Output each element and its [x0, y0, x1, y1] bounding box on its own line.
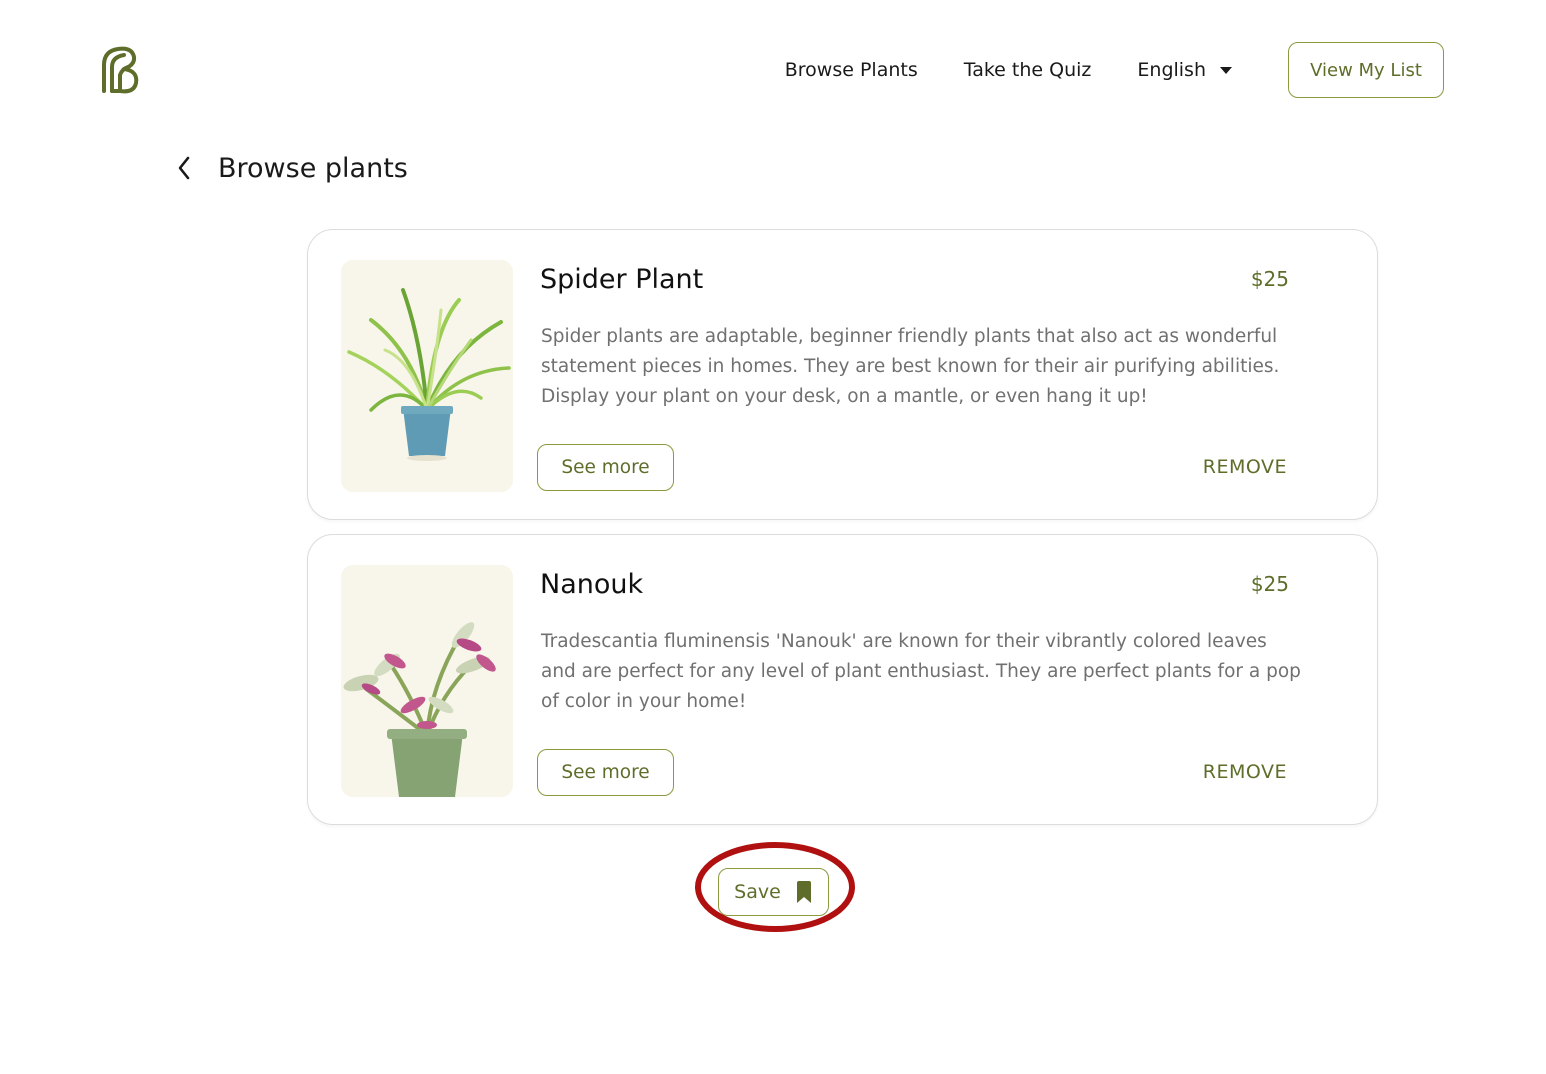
nav-browse-plants[interactable]: Browse Plants — [785, 59, 918, 81]
plant-name: Spider Plant — [540, 264, 704, 295]
view-my-list-button[interactable]: View My List — [1288, 42, 1444, 98]
remove-button[interactable]: REMOVE — [1203, 761, 1287, 783]
plant-name: Nanouk — [540, 569, 644, 600]
save-label: Save — [734, 881, 781, 903]
logo[interactable] — [100, 45, 140, 95]
chevron-left-icon[interactable] — [172, 148, 196, 188]
breadcrumb: Browse plants — [172, 148, 408, 188]
language-label: English — [1137, 59, 1206, 81]
nav-take-quiz[interactable]: Take the Quiz — [964, 59, 1092, 81]
bookmark-icon — [796, 881, 811, 903]
plant-card: Nanouk $25 Tradescantia fluminensis 'Nan… — [307, 534, 1378, 825]
nanouk-plant-image — [343, 622, 496, 797]
plant-image — [341, 565, 513, 797]
plant-description: Tradescantia fluminensis 'Nanouk' are kn… — [541, 631, 1301, 712]
plant-image — [341, 260, 513, 492]
leaf-b-logo-icon — [102, 46, 139, 94]
top-nav: Browse Plants Take the Quiz English View… — [785, 42, 1444, 98]
language-select[interactable]: English — [1137, 59, 1232, 81]
see-more-button[interactable]: See more — [537, 749, 674, 796]
caret-down-icon — [1220, 66, 1232, 74]
page-title: Browse plants — [218, 152, 408, 184]
remove-button[interactable]: REMOVE — [1203, 456, 1287, 478]
see-more-button[interactable]: See more — [537, 444, 674, 491]
plant-price: $25 — [1250, 572, 1289, 596]
plant-description: Spider plants are adaptable, beginner fr… — [541, 326, 1280, 407]
plant-card: Spider Plant $25 Spider plants are adapt… — [307, 229, 1378, 520]
spider-plant-image — [347, 288, 511, 461]
save-button[interactable]: Save — [718, 868, 829, 916]
plant-price: $25 — [1250, 267, 1289, 291]
